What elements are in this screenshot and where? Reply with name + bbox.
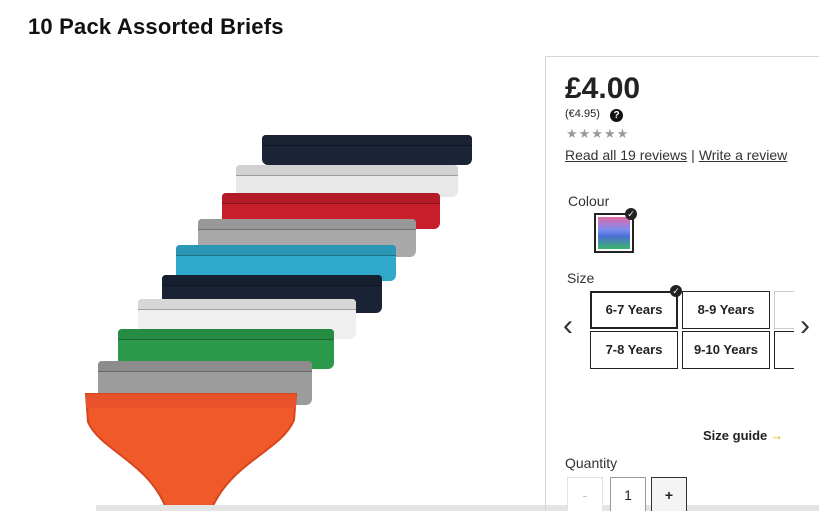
orange-brief [84,393,298,509]
checkmark-icon: ✓ [625,208,637,220]
product-image [60,125,490,511]
read-reviews-link[interactable]: Read all 19 reviews [565,147,687,163]
size-label: Size [567,270,595,286]
chevron-left-icon[interactable]: ‹ [563,309,573,343]
waistband [138,299,356,310]
brief-item [262,135,472,165]
waistband [222,193,440,204]
waistband [98,361,312,372]
size-option-6-7[interactable]: 6-7 Years [590,291,678,329]
arrow-right-icon: → [770,428,784,443]
product-price: £4.00 [565,72,641,105]
size-option-7-8[interactable]: 7-8 Years [590,331,678,369]
size-carousel: 6-7 Years 8-9 Years 10 7-8 Years 9-10 Ye… [588,289,794,371]
waistband [176,245,396,256]
size-option-10[interactable]: 10 [774,291,794,329]
size-guide-link[interactable]: Size guide → [703,428,783,443]
question-icon[interactable]: ? [610,109,623,122]
link-separator: | [691,147,695,163]
waistband [118,329,334,340]
quantity-input[interactable]: 1 [610,477,646,511]
waistband [198,219,416,230]
checkmark-icon: ✓ [670,285,682,297]
colour-label: Colour [568,193,610,209]
quantity-decrease-button[interactable]: - [567,477,603,511]
waistband [236,165,458,176]
waistband [262,135,472,146]
rating-stars: ★★★★★ [566,126,630,141]
write-review-link[interactable]: Write a review [699,147,787,163]
product-title: 10 Pack Assorted Briefs [28,14,284,39]
quantity-increase-button[interactable]: + [651,477,687,511]
waistband [162,275,382,286]
product-page: 10 Pack Assorted Briefs £4.00 (€4.95) ? … [0,0,819,511]
size-option-9-10[interactable]: 9-10 Years [682,331,770,369]
quantity-label: Quantity [565,455,618,471]
reviews-links: Read all 19 reviews | Write a review [565,147,787,163]
size-guide-label: Size guide [703,428,768,443]
size-option-8-9[interactable]: 8-9 Years [682,291,770,329]
chevron-right-icon[interactable]: › [800,309,810,343]
swatch-fill [598,217,630,249]
size-option-11[interactable]: 11 [774,331,794,369]
euro-price: (€4.95) [565,108,600,120]
